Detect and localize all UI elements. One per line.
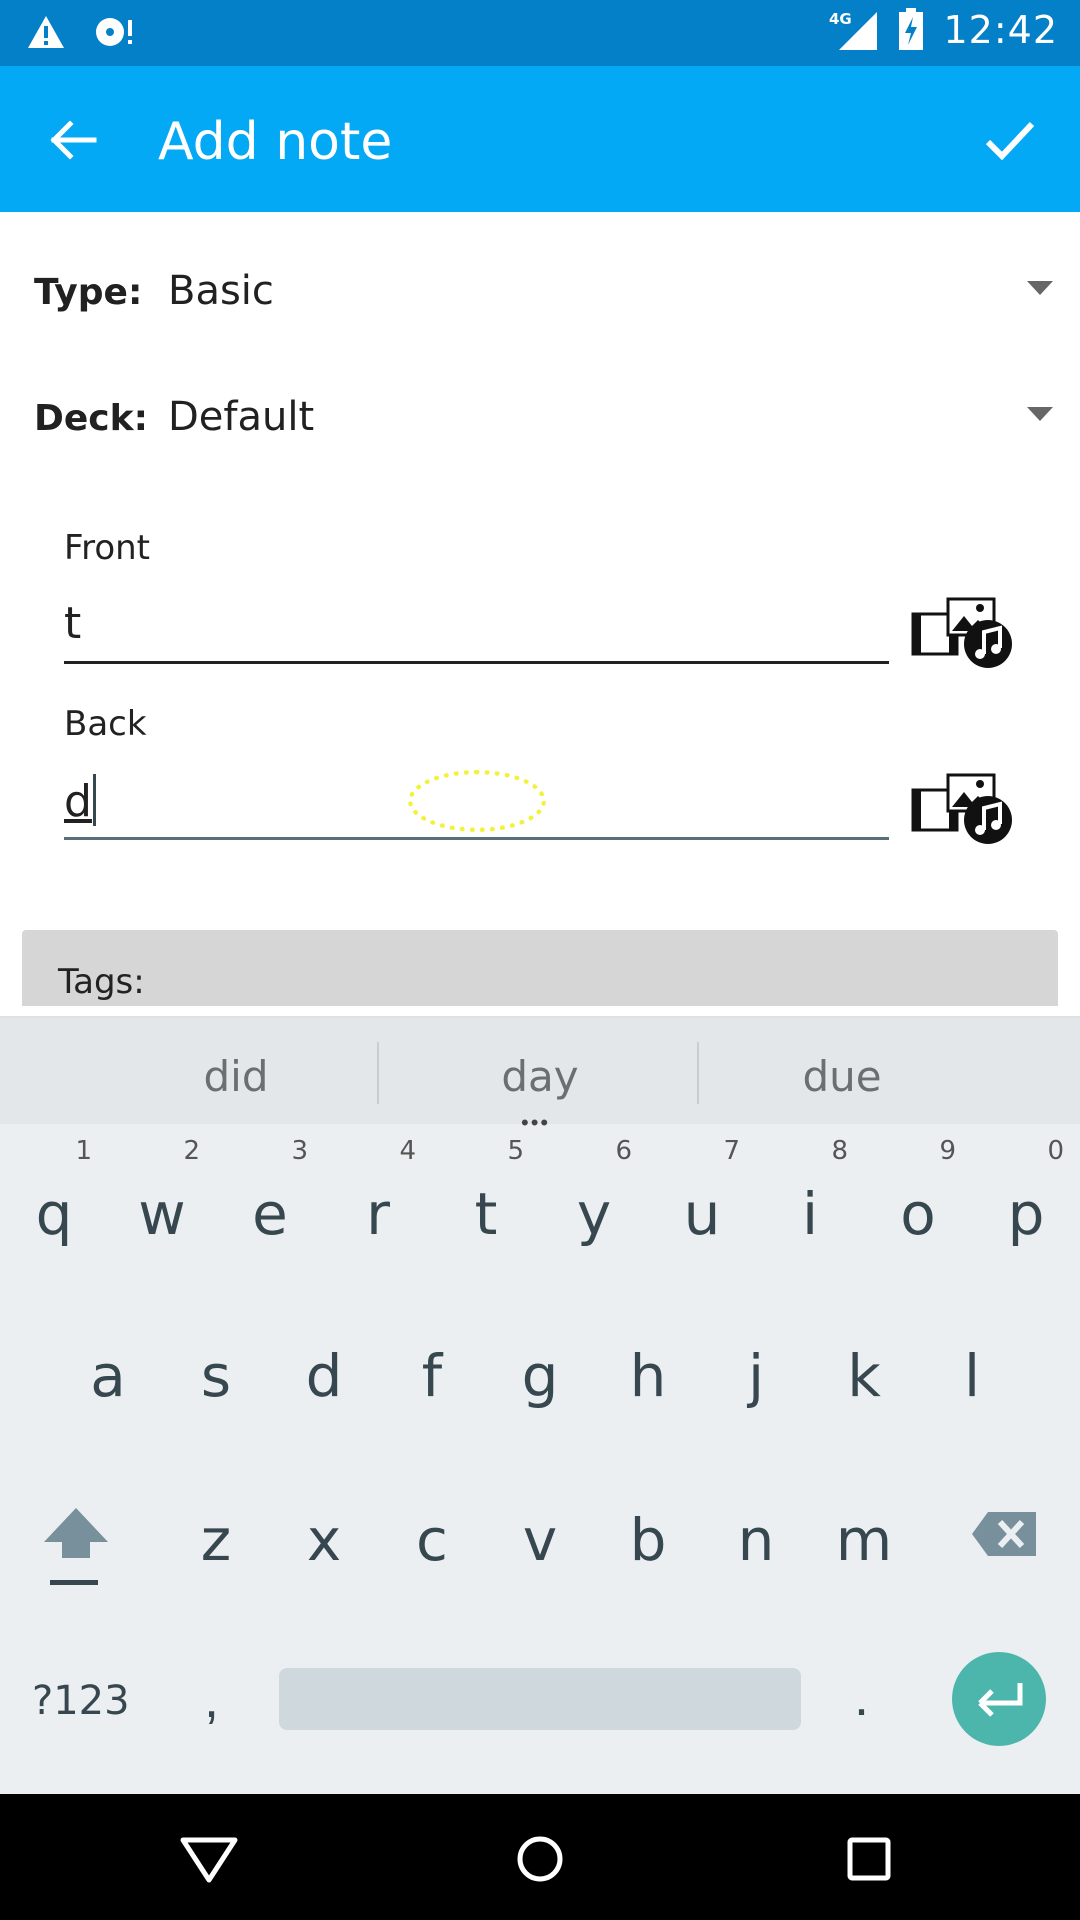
deck-label: Deck: bbox=[34, 398, 148, 439]
key-o[interactable]: 9o bbox=[864, 1130, 972, 1260]
back-button[interactable] bbox=[44, 110, 104, 170]
space-bar[interactable] bbox=[279, 1668, 801, 1730]
multimedia-icon bbox=[911, 773, 1012, 844]
key-z[interactable]: z bbox=[162, 1478, 270, 1608]
key-y[interactable]: 6y bbox=[540, 1130, 648, 1260]
key-g[interactable]: g bbox=[486, 1314, 594, 1444]
key-e[interactable]: 3e bbox=[216, 1130, 324, 1260]
key-h[interactable]: h bbox=[594, 1314, 702, 1444]
signal-4g-icon: 4G bbox=[829, 10, 878, 50]
arrow-back-icon bbox=[50, 120, 97, 160]
nav-back-icon bbox=[180, 1837, 238, 1883]
nav-home-icon bbox=[517, 1836, 563, 1882]
checkmark-icon bbox=[985, 121, 1035, 160]
warning-icon bbox=[28, 16, 64, 48]
period-key[interactable]: . bbox=[854, 1666, 869, 1728]
clock: 12:42 bbox=[943, 8, 1058, 52]
key-b[interactable]: b bbox=[594, 1478, 702, 1608]
back-field-label: Back bbox=[64, 704, 147, 744]
key-f[interactable]: f bbox=[378, 1314, 486, 1444]
save-button[interactable] bbox=[978, 108, 1042, 172]
key-q[interactable]: 1q bbox=[0, 1130, 108, 1260]
text-cursor bbox=[92, 774, 96, 826]
shift-key[interactable] bbox=[38, 1506, 114, 1592]
key-j[interactable]: j bbox=[702, 1314, 810, 1444]
key-m[interactable]: m bbox=[810, 1478, 918, 1608]
tags-label: Tags: bbox=[58, 962, 145, 1002]
nav-back-button[interactable] bbox=[174, 1824, 244, 1894]
back-field-value: d bbox=[64, 776, 92, 827]
app-bar: Add note bbox=[0, 66, 1080, 212]
backspace-icon bbox=[972, 1512, 1036, 1556]
enter-icon bbox=[978, 1683, 1023, 1717]
key-d[interactable]: d bbox=[270, 1314, 378, 1444]
key-t[interactable]: 5t bbox=[432, 1130, 540, 1260]
system-nav-bar bbox=[0, 1794, 1080, 1920]
key-v[interactable]: v bbox=[486, 1478, 594, 1608]
deck-select[interactable]: Default bbox=[168, 394, 314, 440]
key-u[interactable]: 7u bbox=[648, 1130, 756, 1260]
sync-disc-icon bbox=[96, 18, 132, 46]
back-media-button[interactable] bbox=[910, 772, 1014, 848]
key-a[interactable]: a bbox=[54, 1314, 162, 1444]
tap-indicator bbox=[408, 770, 546, 832]
multimedia-icon bbox=[911, 597, 1012, 668]
front-media-button[interactable] bbox=[910, 596, 1014, 672]
battery-charging-icon bbox=[899, 8, 924, 50]
key-p[interactable]: 0p bbox=[972, 1130, 1080, 1260]
front-field-value: t bbox=[64, 598, 82, 649]
key-k[interactable]: k bbox=[810, 1314, 918, 1444]
suggestion-divider bbox=[377, 1042, 379, 1104]
front-field-input[interactable]: t bbox=[64, 594, 889, 664]
key-c[interactable]: c bbox=[378, 1478, 486, 1608]
key-x[interactable]: x bbox=[270, 1478, 378, 1608]
soft-keyboard: did day due ••• 1q 2w 3e 4r 5t 6y 7u 8i … bbox=[0, 1016, 1080, 1794]
key-n[interactable]: n bbox=[702, 1478, 810, 1608]
type-label: Type: bbox=[34, 272, 143, 313]
enter-key[interactable] bbox=[952, 1652, 1046, 1746]
key-i[interactable]: 8i bbox=[756, 1130, 864, 1260]
svg-text:4G: 4G bbox=[829, 10, 852, 28]
backspace-key[interactable] bbox=[970, 1508, 1040, 1560]
shift-icon bbox=[44, 1508, 108, 1585]
tags-button[interactable]: Tags: bbox=[22, 930, 1058, 1006]
nav-recents-button[interactable] bbox=[834, 1824, 904, 1894]
key-s[interactable]: s bbox=[162, 1314, 270, 1444]
nav-recents-icon bbox=[847, 1837, 891, 1881]
key-l[interactable]: l bbox=[918, 1314, 1026, 1444]
key-w[interactable]: 2w bbox=[108, 1130, 216, 1260]
suggestion-strip: did day due ••• bbox=[0, 1016, 1080, 1135]
suggestion-did[interactable]: did bbox=[86, 1052, 386, 1101]
key-r[interactable]: 4r bbox=[324, 1130, 432, 1260]
suggestion-day[interactable]: day bbox=[390, 1052, 690, 1101]
front-field-label: Front bbox=[64, 528, 150, 568]
suggestion-due[interactable]: due bbox=[692, 1052, 992, 1101]
nav-home-button[interactable] bbox=[505, 1824, 575, 1894]
symbols-key[interactable]: ?123 bbox=[32, 1678, 130, 1724]
type-dropdown-arrow-icon[interactable] bbox=[1027, 281, 1053, 295]
status-bar: 4G 12:42 bbox=[0, 0, 1080, 66]
deck-dropdown-arrow-icon[interactable] bbox=[1027, 407, 1053, 421]
comma-key[interactable]: , bbox=[204, 1668, 219, 1730]
type-select[interactable]: Basic bbox=[168, 268, 274, 314]
page-title: Add note bbox=[158, 112, 393, 172]
